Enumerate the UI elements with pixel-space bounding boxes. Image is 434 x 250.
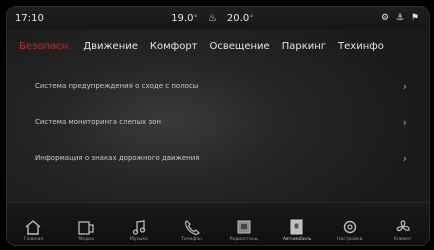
list-item-label: Система предупреждения о сходе с полосы (35, 82, 199, 90)
chevron-right-icon: › (402, 151, 407, 165)
status-icons: ⚙ ⚓ ⚑ (381, 13, 421, 23)
list-item-label: Система мониторинга слепых зон (35, 118, 161, 126)
list-item[interactable]: Система предупреждения о сходе с полосы … (21, 71, 421, 101)
chevron-right-icon: › (402, 115, 407, 129)
radio-icon (235, 219, 253, 235)
tab-safety[interactable]: Безопасн. (19, 41, 71, 52)
phone-icon (183, 219, 201, 235)
tab-techinfo[interactable]: Техинфо (338, 41, 384, 52)
home-icon (24, 219, 42, 235)
settings-tabs: Безопасн. Движение Комфорт Освещение Пар… (7, 36, 429, 56)
nav-radio[interactable]: Радиостанц. (220, 205, 268, 245)
list-item[interactable]: Система мониторинга слепых зон › (21, 107, 421, 137)
list-item[interactable]: Информация о знаках дорожного движения › (21, 143, 421, 173)
tab-parking[interactable]: Паркинг (282, 41, 326, 52)
settings-list: Система предупреждения о сходе с полосы … (21, 71, 421, 173)
bottom-nav: Главная Медиа Музыка Телефон Радиостанц. (7, 202, 429, 245)
music-icon (130, 219, 148, 235)
clock: 17:10 (15, 12, 44, 24)
nav-music[interactable]: Музыка (115, 205, 163, 245)
nav-vehicle[interactable]: Автомобиль (273, 205, 321, 245)
car-icon (288, 219, 306, 235)
chevron-right-icon: › (402, 79, 407, 93)
nav-phone[interactable]: Телефон (168, 205, 216, 245)
fan-icon (394, 219, 412, 235)
nav-home[interactable]: Главная (9, 205, 57, 245)
tab-comfort[interactable]: Комфорт (150, 41, 198, 52)
nav-media[interactable]: Медиа (62, 205, 110, 245)
status-bar: 17:10 19.0° ♨ 20.0° ⚙ ⚓ ⚑ (7, 7, 429, 30)
nav-settings[interactable]: Настройки (326, 205, 374, 245)
climate-status: 19.0° ♨ 20.0° (171, 13, 254, 24)
gear-icon (341, 219, 359, 235)
media-icon (77, 219, 95, 235)
nav-climate[interactable]: Климат (379, 205, 427, 245)
tab-lighting[interactable]: Освещение (210, 41, 270, 52)
list-item-label: Информация о знаках дорожного движения (35, 154, 200, 162)
tab-driving[interactable]: Движение (83, 41, 138, 52)
head-unit-screen: 17:10 19.0° ♨ 20.0° ⚙ ⚓ ⚑ Безопасн. Движ… (6, 6, 430, 246)
temp-left: 19.0° (171, 12, 198, 24)
seat-heat-icon: ♨ (207, 12, 217, 24)
temp-right: 20.0° (226, 12, 254, 24)
